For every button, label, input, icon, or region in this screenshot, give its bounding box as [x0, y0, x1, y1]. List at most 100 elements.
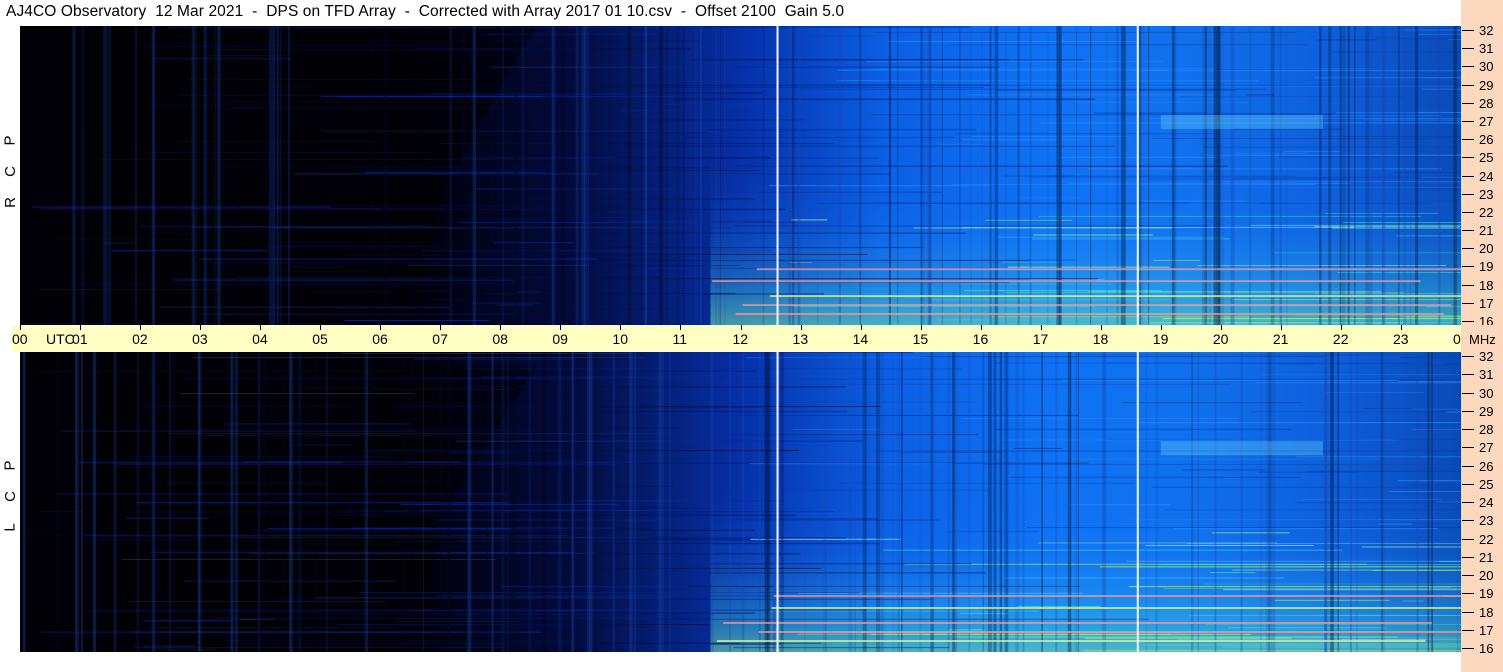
- lcp-vertical-striation: [728, 352, 731, 652]
- lcp-noise-streak: [267, 528, 512, 530]
- lcp-noise-streak: [1210, 572, 1256, 574]
- rcp-vertical-striation: [180, 26, 184, 325]
- time-tick-label: 18: [1092, 331, 1109, 347]
- rcp-freq-tick-mark: [1462, 211, 1474, 213]
- lcp-vertical-striation: [371, 352, 374, 652]
- lcp-noise-streak: [990, 378, 1461, 380]
- rcp-noise-streak: [102, 242, 136, 244]
- rcp-vertical-striation: [276, 26, 279, 325]
- lcp-noise-streak: [1398, 381, 1461, 383]
- rcp-noise-streak: [477, 253, 868, 255]
- lcp-noise-streak: [1389, 491, 1461, 493]
- time-tick-label: 08: [492, 331, 508, 347]
- lcp-vertical-striation: [92, 352, 97, 652]
- rcp-noise-streak: [1018, 197, 1082, 199]
- rcp-vertical-striation: [521, 26, 525, 325]
- lcp-vertical-striation: [315, 352, 319, 652]
- lcp-noise-streak: [1301, 498, 1442, 500]
- lcp-vertical-striation: [557, 352, 562, 652]
- lcp-freq-tick-mark: [1462, 520, 1474, 522]
- time-tick-mark: [320, 325, 322, 330]
- time-tick-mark: [920, 325, 922, 330]
- lcp-vertical-striation: [289, 352, 293, 652]
- rcp-noise-streak: [1230, 152, 1309, 154]
- lcp-noise-streak: [900, 452, 1002, 454]
- lcp-freq-tick-label: 21: [1479, 549, 1494, 565]
- lcp-noise-streak: [1402, 600, 1424, 602]
- rcp-letter-c: C: [1, 166, 19, 177]
- lcp-noise-streak: [136, 502, 508, 504]
- time-tick-label: 13: [792, 331, 809, 347]
- lcp-vertical-striation: [402, 352, 407, 652]
- rcp-noise-streak: [352, 169, 760, 171]
- rcp-vertical-striation: [449, 26, 453, 325]
- lcp-noise-streak: [560, 511, 835, 513]
- lcp-vertical-striation: [659, 352, 663, 652]
- lcp-label: P C L: [0, 450, 20, 550]
- rcp-interference-line: [735, 313, 1445, 316]
- time-tick-mark: [680, 325, 682, 330]
- lcp-freq-tick-mark: [1462, 429, 1474, 430]
- rcp-noise-streak: [142, 45, 449, 47]
- lcp-vertical-striation: [282, 352, 285, 652]
- rcp-noise-streak: [439, 143, 834, 145]
- lcp-noise-streak: [1399, 356, 1461, 358]
- lcp-vertical-striation: [197, 352, 202, 652]
- rcp-vertical-striation: [279, 26, 282, 325]
- lcp-vertical-striation: [136, 352, 140, 652]
- rcp-noise-streak: [1232, 299, 1461, 301]
- rcp-vertical-striation: [103, 26, 107, 325]
- lcp-freq-tick-label: 19: [1479, 586, 1494, 602]
- rcp-freq-tick-mark: [1462, 248, 1474, 250]
- time-tick-mark: [1100, 325, 1102, 330]
- rcp-noise-streak: [551, 86, 984, 88]
- time-tick-mark: [80, 325, 82, 330]
- lcp-vertical-striation: [612, 352, 616, 652]
- rcp-noise-streak: [310, 291, 393, 293]
- time-tick-mark: [500, 325, 502, 330]
- lcp-freq-tick-mark: [1462, 556, 1474, 558]
- rcp-noise-streak: [1313, 115, 1442, 117]
- rcp-noise-streak: [1032, 238, 1230, 240]
- lcp-freq-tick-mark: [1462, 575, 1474, 576]
- lcp-freq-tick-mark: [1462, 593, 1474, 595]
- rcp-noise-streak: [1153, 260, 1201, 262]
- time-tick-mark: [380, 325, 382, 330]
- lcp-vertical-striation: [467, 352, 472, 652]
- lcp-vertical-striation: [22, 352, 26, 652]
- rcp-noise-streak: [409, 290, 451, 292]
- rcp-freq-tick-label: 17: [1479, 295, 1494, 311]
- lcp-noise-streak: [797, 383, 1230, 385]
- lcp-vertical-striation: [75, 352, 79, 652]
- rcp-vertical-striation: [548, 26, 550, 325]
- lcp-noise-streak: [480, 376, 726, 378]
- utc-label: UTC: [46, 331, 75, 347]
- rcp-noise-streak: [292, 266, 344, 268]
- rcp-letter-p: P: [1, 135, 19, 146]
- rcp-freq-tick-label: 26: [1479, 132, 1494, 148]
- lcp-spectrogram: [20, 352, 1461, 652]
- rcp-noise-streak: [595, 232, 966, 234]
- lcp-noise-streak: [1412, 429, 1461, 431]
- rcp-vertical-striation: [644, 26, 647, 325]
- rcp-noise-streak: [1204, 154, 1461, 156]
- rcp-freq-tick-mark: [1462, 84, 1474, 86]
- time-tick-label: 04: [252, 331, 268, 347]
- rcp-vertical-striation: [502, 26, 504, 325]
- lcp-vertical-striation: [326, 352, 328, 652]
- lcp-vertical-striation: [758, 352, 761, 652]
- rcp-noise-streak: [228, 108, 466, 110]
- lcp-noise-streak: [694, 434, 978, 436]
- lcp-noise-streak: [1251, 411, 1444, 413]
- rcp-noise-streak: [1024, 85, 1455, 87]
- lcp-vertical-striation: [149, 352, 152, 652]
- rcp-noise-streak: [998, 236, 1225, 238]
- rcp-vertical-striation: [700, 26, 702, 325]
- rcp-vertical-striation: [192, 26, 197, 325]
- rcp-vertical-striation: [472, 26, 477, 325]
- lcp-vertical-striation: [411, 352, 415, 652]
- rcp-vertical-striation: [560, 26, 565, 325]
- rcp-freq-tick-label: 25: [1479, 150, 1494, 166]
- rcp-freq-tick-mark: [1462, 175, 1474, 177]
- time-tick-mark: [620, 325, 622, 330]
